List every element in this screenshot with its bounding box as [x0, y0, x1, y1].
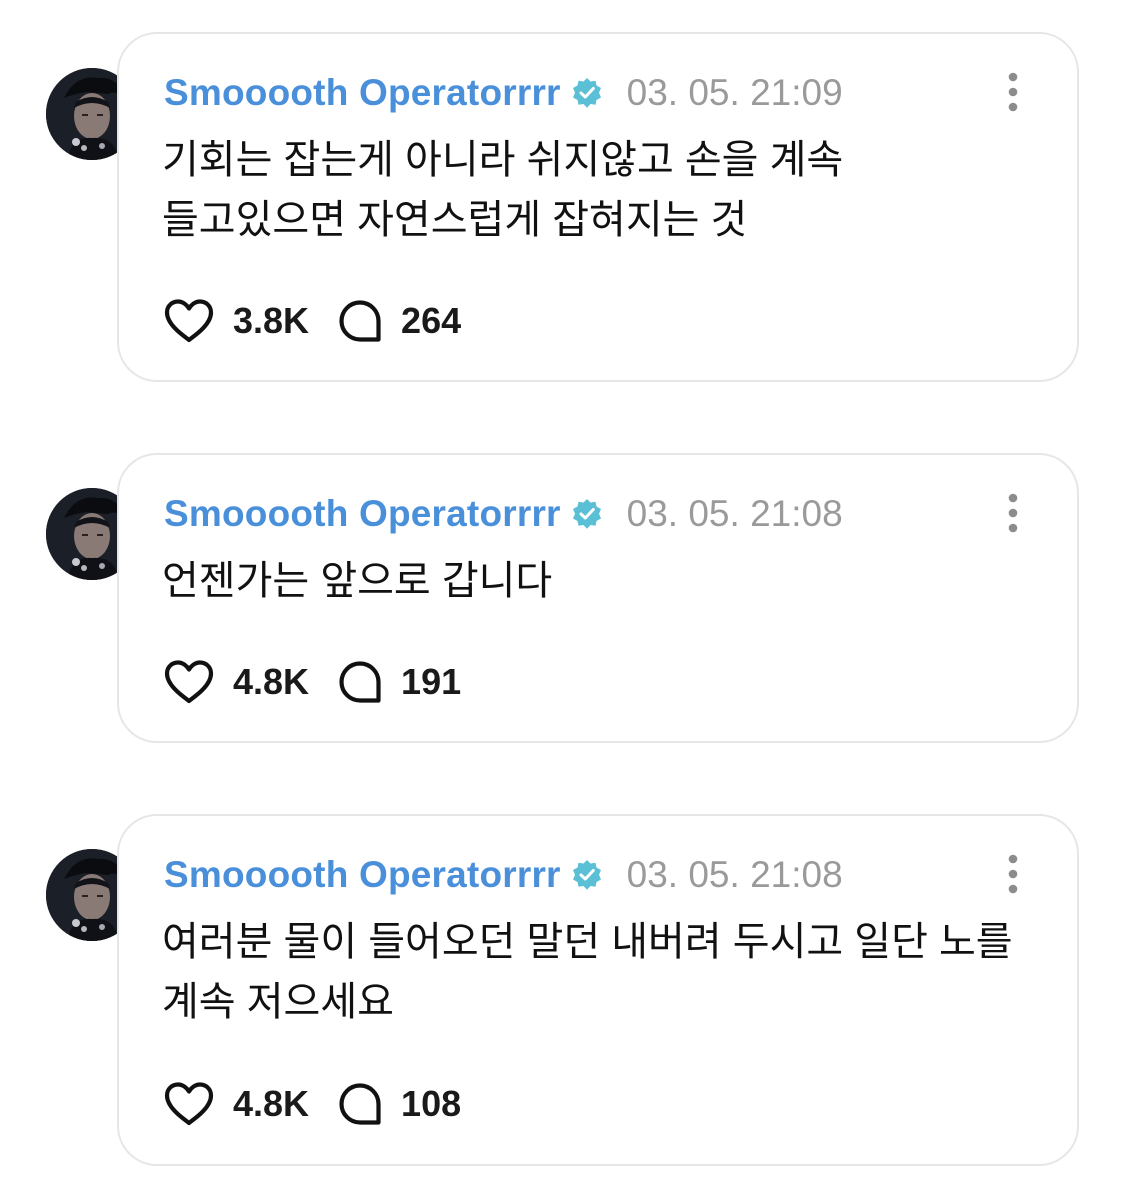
post-text: 기회는 잡는게 아니라 쉬지않고 손을 계속 들고있으면 자연스럽게 잡혀지는 … — [162, 130, 1037, 250]
more-vertical-icon[interactable] — [1007, 493, 1019, 533]
username-link[interactable]: Smooooth Operatorrrr — [164, 854, 561, 896]
heart-icon — [163, 298, 215, 344]
post-timestamp: 03. 05. 21:08 — [626, 854, 843, 895]
comment-bubble-icon — [337, 1081, 383, 1127]
like-count: 3.8K — [233, 300, 310, 341]
post-text-line: 언젠가는 앞으로 갑니다 — [162, 559, 553, 603]
like-count: 4.8K — [233, 1083, 310, 1124]
like-button[interactable]: 4.8K — [163, 659, 309, 705]
post-card[interactable]: Smooooth Operatorrrr 03. 05. 21:09 기회는 잡… — [117, 32, 1079, 382]
post-text-line: 들고있으면 자연스럽게 잡혀지는 것 — [162, 198, 748, 242]
comment-count: 264 — [401, 300, 462, 341]
post-timestamp: 03. 05. 21:09 — [626, 72, 843, 113]
post-card[interactable]: Smooooth Operatorrrr 03. 05. 21:08 언젠가는 … — [117, 453, 1079, 743]
post-text-line: 기회는 잡는게 아니라 쉬지않고 손을 계속 — [162, 138, 844, 182]
heart-icon — [163, 1081, 215, 1127]
post-actions: 4.8K 191 — [163, 659, 489, 705]
post-timestamp: 03. 05. 21:08 — [626, 493, 843, 534]
comment-button[interactable]: 191 — [337, 659, 461, 705]
post-text: 언젠가는 앞으로 갑니다 — [162, 551, 1037, 611]
username-link[interactable]: Smooooth Operatorrrr — [164, 493, 561, 535]
like-button[interactable]: 4.8K — [163, 1081, 309, 1127]
comment-button[interactable]: 108 — [337, 1081, 461, 1127]
more-vertical-icon[interactable] — [1007, 72, 1019, 112]
post-text: 여러분 물이 들어오던 말던 내버려 두시고 일단 노를 계속 저으세요 — [162, 912, 1037, 1032]
like-button[interactable]: 3.8K — [163, 298, 309, 344]
verified-badge-icon — [571, 498, 603, 530]
heart-icon — [163, 659, 215, 705]
post-header: Smooooth Operatorrrr 03. 05. 21:08 — [164, 493, 843, 535]
post-actions: 3.8K 264 — [163, 298, 489, 344]
comment-bubble-icon — [337, 298, 383, 344]
comment-button[interactable]: 264 — [337, 298, 461, 344]
like-count: 4.8K — [233, 661, 310, 702]
comment-count: 191 — [401, 661, 462, 702]
comment-count: 108 — [401, 1083, 462, 1124]
post-header: Smooooth Operatorrrr 03. 05. 21:09 — [164, 72, 843, 114]
post-card[interactable]: Smooooth Operatorrrr 03. 05. 21:08 여러분 물… — [117, 814, 1079, 1166]
post-text-line: 계속 저으세요 — [162, 980, 394, 1024]
verified-badge-icon — [571, 859, 603, 891]
post-header: Smooooth Operatorrrr 03. 05. 21:08 — [164, 854, 843, 896]
post-text-line: 여러분 물이 들어오던 말던 내버려 두시고 일단 노를 — [162, 920, 1013, 964]
more-vertical-icon[interactable] — [1007, 854, 1019, 894]
post-actions: 4.8K 108 — [163, 1081, 489, 1127]
comment-bubble-icon — [337, 659, 383, 705]
username-link[interactable]: Smooooth Operatorrrr — [164, 72, 561, 114]
verified-badge-icon — [571, 77, 603, 109]
